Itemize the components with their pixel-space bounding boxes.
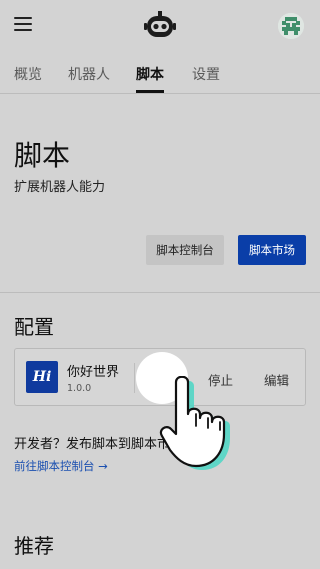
- tab-settings[interactable]: 设置: [192, 64, 220, 84]
- active-tab-indicator: [136, 90, 164, 93]
- user-avatar[interactable]: [278, 13, 304, 39]
- top-bar: [0, 0, 320, 52]
- section-divider: [0, 292, 320, 293]
- edit-button[interactable]: 编辑: [264, 370, 289, 389]
- page-subtitle: 扩展机器人能力: [14, 180, 106, 195]
- script-name: 你好世界: [67, 365, 120, 380]
- recommend-section-title: 推荐: [14, 534, 54, 558]
- config-section-title: 配置: [14, 315, 54, 339]
- script-console-button[interactable]: 脚本控制台: [146, 235, 224, 265]
- tab-bar: 概览 机器人 脚本 设置: [0, 52, 320, 94]
- script-icon: Hi: [26, 361, 58, 393]
- tab-overview[interactable]: 概览: [14, 64, 42, 84]
- developer-prompt: 开发者？发布脚本到脚本市: [14, 437, 171, 452]
- card-divider: [134, 363, 135, 393]
- go-to-console-link[interactable]: 前往脚本控制台 →: [14, 458, 108, 474]
- script-market-button[interactable]: 脚本市场: [238, 235, 306, 265]
- hamburger-menu-icon[interactable]: [14, 17, 32, 31]
- tab-robots[interactable]: 机器人: [68, 64, 110, 84]
- script-version: 1.0.0: [67, 383, 92, 394]
- page-title: 脚本: [14, 139, 71, 172]
- tab-scripts[interactable]: 脚本: [136, 64, 164, 84]
- pointing-hand-icon: [159, 376, 230, 470]
- robot-logo-icon[interactable]: [144, 11, 176, 39]
